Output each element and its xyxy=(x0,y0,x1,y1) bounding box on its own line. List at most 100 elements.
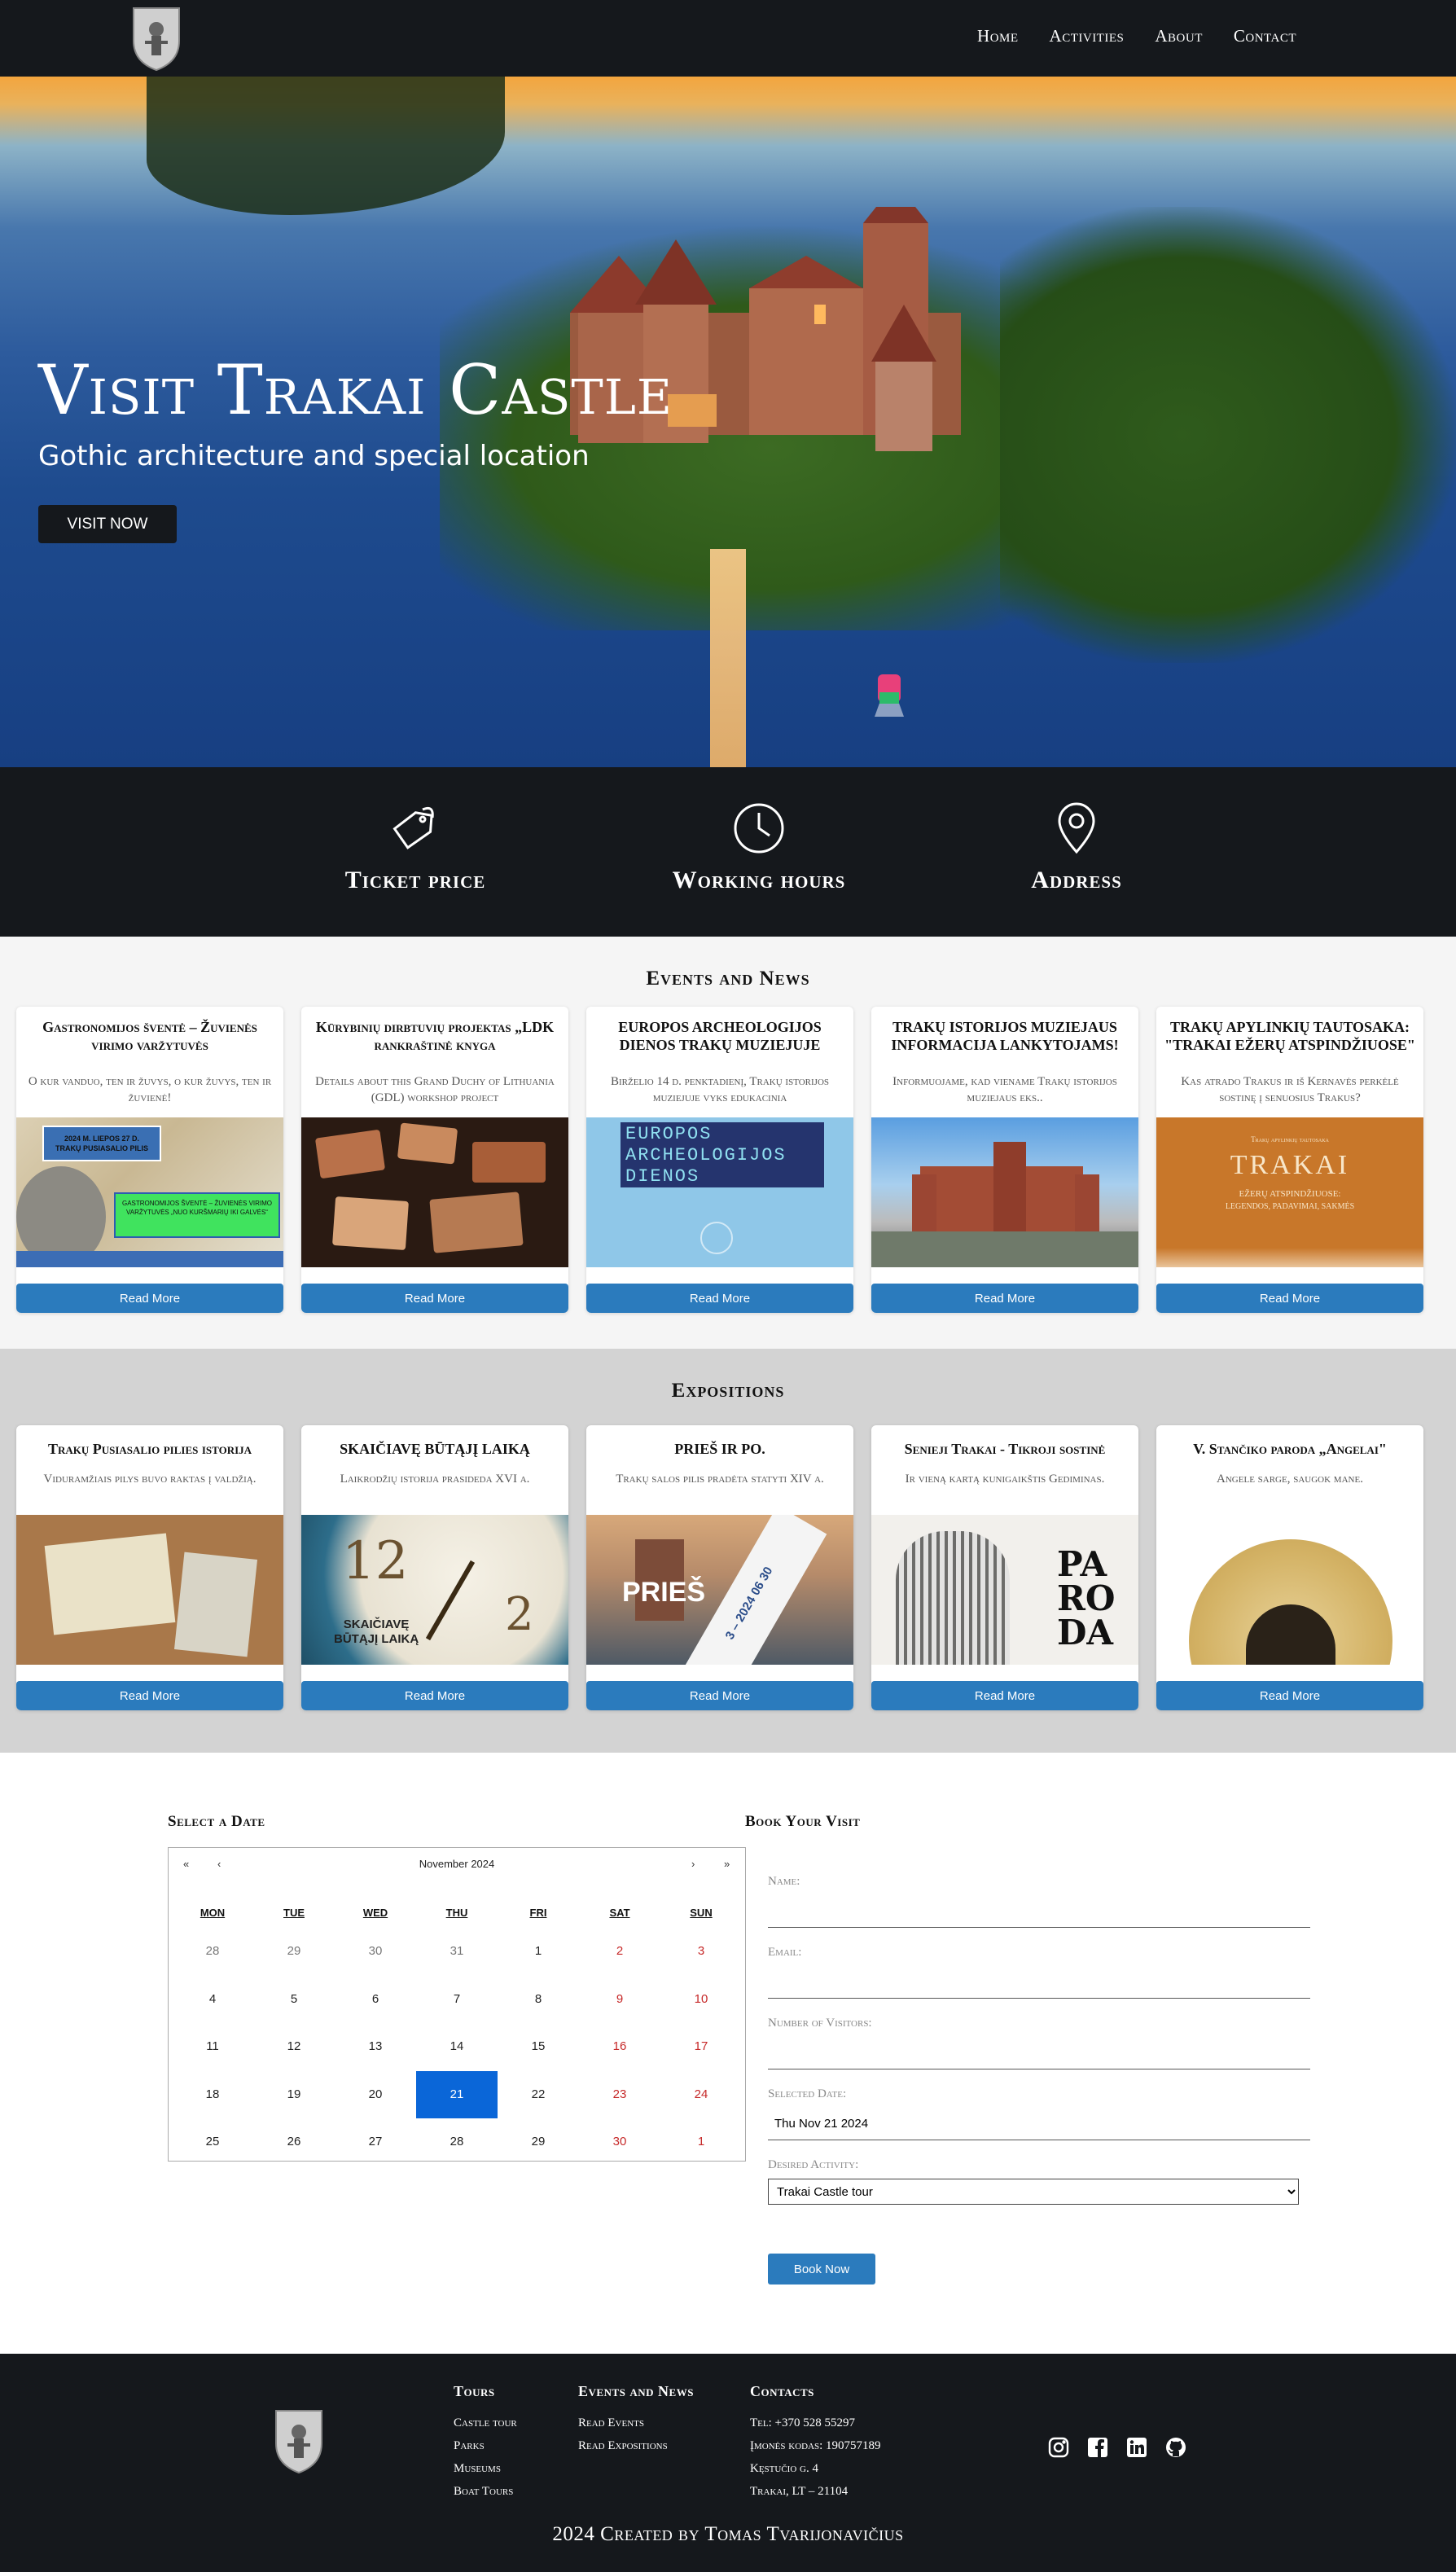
email-field[interactable] xyxy=(768,1966,1310,1999)
map-pin-icon xyxy=(1058,802,1095,854)
footer-logo-crest-icon[interactable] xyxy=(273,2407,325,2474)
book-now-button[interactable]: Book Now xyxy=(768,2254,875,2285)
calendar-day[interactable]: 20 xyxy=(335,2071,416,2118)
working-hours-item[interactable]: Working hours xyxy=(637,801,881,894)
read-more-button[interactable]: Read More xyxy=(871,1681,1138,1710)
before-word: PRIEŠ xyxy=(622,1577,706,1608)
calendar-day[interactable]: 25 xyxy=(172,2118,253,2166)
expositions-title: Expositions xyxy=(671,1380,785,1402)
paroda-part-2: RO xyxy=(1057,1578,1116,1618)
calendar-day[interactable]: 7 xyxy=(416,1976,498,2023)
calendar-day[interactable]: 19 xyxy=(253,2071,335,2118)
calendar-day[interactable]: 6 xyxy=(335,1976,416,2023)
calendar-day[interactable]: 24 xyxy=(660,2071,742,2118)
calendar-day[interactable]: 29 xyxy=(253,1928,335,1975)
calendar-day[interactable]: 18 xyxy=(172,2071,253,2118)
calendar-day[interactable]: 9 xyxy=(579,1976,660,2023)
footer-link[interactable]: Read Expositions xyxy=(578,2434,694,2457)
calendar-day[interactable]: 11 xyxy=(172,2023,253,2070)
date-calendar: « ‹ November 2024 › » MON TUE WED THU FRI SAT… xyxy=(168,1847,746,2162)
calendar-day[interactable]: 8 xyxy=(498,1976,579,2023)
exposition-card-image: PA RO DA xyxy=(871,1515,1138,1665)
exposition-card-desc: Angele sarge, saugok mane. xyxy=(1217,1473,1363,1486)
read-more-button[interactable]: Read More xyxy=(301,1284,568,1313)
calendar-day[interactable]: 26 xyxy=(253,2118,335,2166)
exposition-card: Trakų Pusiasalio pilies istorija Viduram… xyxy=(16,1425,283,1710)
calendar-day[interactable]: 30 xyxy=(335,1928,416,1975)
calendar-day[interactable]: 17 xyxy=(660,2023,742,2070)
archeology-word-3: DIENOS xyxy=(625,1166,700,1187)
name-field[interactable] xyxy=(768,1895,1310,1928)
read-more-button[interactable]: Read More xyxy=(16,1284,283,1313)
events-title: Events and News xyxy=(646,968,810,990)
calendar-day[interactable]: 12 xyxy=(253,2023,335,2070)
calendar-day[interactable]: 29 xyxy=(498,2118,579,2166)
calendar-day[interactable]: 14 xyxy=(416,2023,498,2070)
calendar-title: Select a Date xyxy=(168,1813,265,1830)
read-more-button[interactable]: Read More xyxy=(586,1284,853,1313)
event-card: TRAKŲ APYLINKIŲ TAUTOSAKA: "TRAKAI EŽERŲ… xyxy=(1156,1007,1423,1313)
selected-date-field[interactable] xyxy=(768,2108,1310,2140)
footer-contact-city: Trakai, LT – 21104 xyxy=(750,2485,849,2498)
calendar-day[interactable]: 23 xyxy=(579,2071,660,2118)
visitors-field[interactable] xyxy=(768,2037,1310,2069)
calendar-day[interactable]: 1 xyxy=(660,2118,742,2166)
footer-link[interactable]: Read Events xyxy=(578,2412,694,2434)
linkedin-icon[interactable] xyxy=(1126,2437,1147,2458)
footer-link[interactable]: Boat Tours xyxy=(454,2480,517,2503)
nav-activities-link[interactable]: Activities xyxy=(1050,26,1125,46)
calendar-day[interactable]: 1 xyxy=(498,1928,579,1975)
github-icon[interactable] xyxy=(1165,2437,1186,2458)
logo-crest-icon[interactable] xyxy=(130,5,182,72)
address-item[interactable]: Address xyxy=(954,801,1199,894)
calendar-day[interactable]: 31 xyxy=(416,1928,498,1975)
calendar-day[interactable]: 28 xyxy=(416,2118,498,2166)
calendar-day[interactable]: 22 xyxy=(498,2071,579,2118)
read-more-button[interactable]: Read More xyxy=(1156,1681,1423,1710)
calendar-day[interactable]: 16 xyxy=(579,2023,660,2070)
read-more-button[interactable]: Read More xyxy=(586,1681,853,1710)
read-more-button[interactable]: Read More xyxy=(301,1681,568,1710)
paroda-part-1: PA xyxy=(1057,1544,1107,1584)
name-label: Name: xyxy=(768,1875,800,1888)
next-year-button[interactable]: » xyxy=(724,1858,730,1870)
read-more-button[interactable]: Read More xyxy=(871,1284,1138,1313)
instagram-icon[interactable] xyxy=(1048,2437,1069,2458)
calendar-day[interactable]: 13 xyxy=(335,2023,416,2070)
footer-link[interactable]: Castle tour xyxy=(454,2412,517,2434)
nav-about-link[interactable]: About xyxy=(1155,26,1203,46)
exposition-card-title: SKAIČIAVĘ BŪTĄJĮ LAIKĄ xyxy=(340,1441,530,1457)
read-more-button[interactable]: Read More xyxy=(1156,1284,1423,1313)
exposition-card: V. Stančiko paroda „Angelai" Angele sarg… xyxy=(1156,1425,1423,1710)
calendar-day[interactable]: 4 xyxy=(172,1976,253,2023)
booking-section: Select a Date « ‹ November 2024 › » MON T… xyxy=(0,1753,1456,2354)
nav-contact-link[interactable]: Contact xyxy=(1234,26,1296,46)
address-label: Address xyxy=(1031,867,1122,893)
hero-boat xyxy=(875,674,904,717)
footer-link[interactable]: Museums xyxy=(454,2457,517,2480)
exposition-card-image: 12 2 SKAIČIAVĘ BŪTĄJĮ LAIKĄ xyxy=(301,1515,568,1665)
next-month-button[interactable]: › xyxy=(691,1858,695,1870)
calendar-month-label[interactable]: November 2024 xyxy=(169,1858,745,1870)
ticket-price-item[interactable]: Ticket price xyxy=(293,801,537,894)
exposition-card-image xyxy=(16,1515,283,1665)
exposition-card-image xyxy=(1156,1515,1423,1665)
calendar-day[interactable]: 30 xyxy=(579,2118,660,2166)
calendar-day[interactable]: 2 xyxy=(579,1928,660,1975)
footer-link[interactable]: Parks xyxy=(454,2434,517,2457)
calendar-day[interactable]: 15 xyxy=(498,2023,579,2070)
visit-now-button[interactable]: VISIT NOW xyxy=(38,505,177,543)
calendar-day[interactable]: 10 xyxy=(660,1976,742,2023)
read-more-button[interactable]: Read More xyxy=(16,1681,283,1710)
folklore-subtitle: EŽERŲ ATSPINDŽIUOSE: xyxy=(1239,1189,1341,1199)
activity-select[interactable]: Trakai Castle tour xyxy=(768,2179,1299,2205)
nav-home-link[interactable]: Home xyxy=(977,26,1019,46)
facebook-icon[interactable] xyxy=(1087,2437,1108,2458)
calendar-day[interactable]: 28 xyxy=(172,1928,253,1975)
calendar-day[interactable]: 27 xyxy=(335,2118,416,2166)
exposition-card-title: PRIEŠ IR PO. xyxy=(674,1441,765,1457)
hero-trees-right xyxy=(1000,207,1456,663)
calendar-day[interactable]: 21 xyxy=(416,2070,498,2118)
calendar-day[interactable]: 3 xyxy=(660,1928,742,1975)
calendar-day[interactable]: 5 xyxy=(253,1976,335,2023)
